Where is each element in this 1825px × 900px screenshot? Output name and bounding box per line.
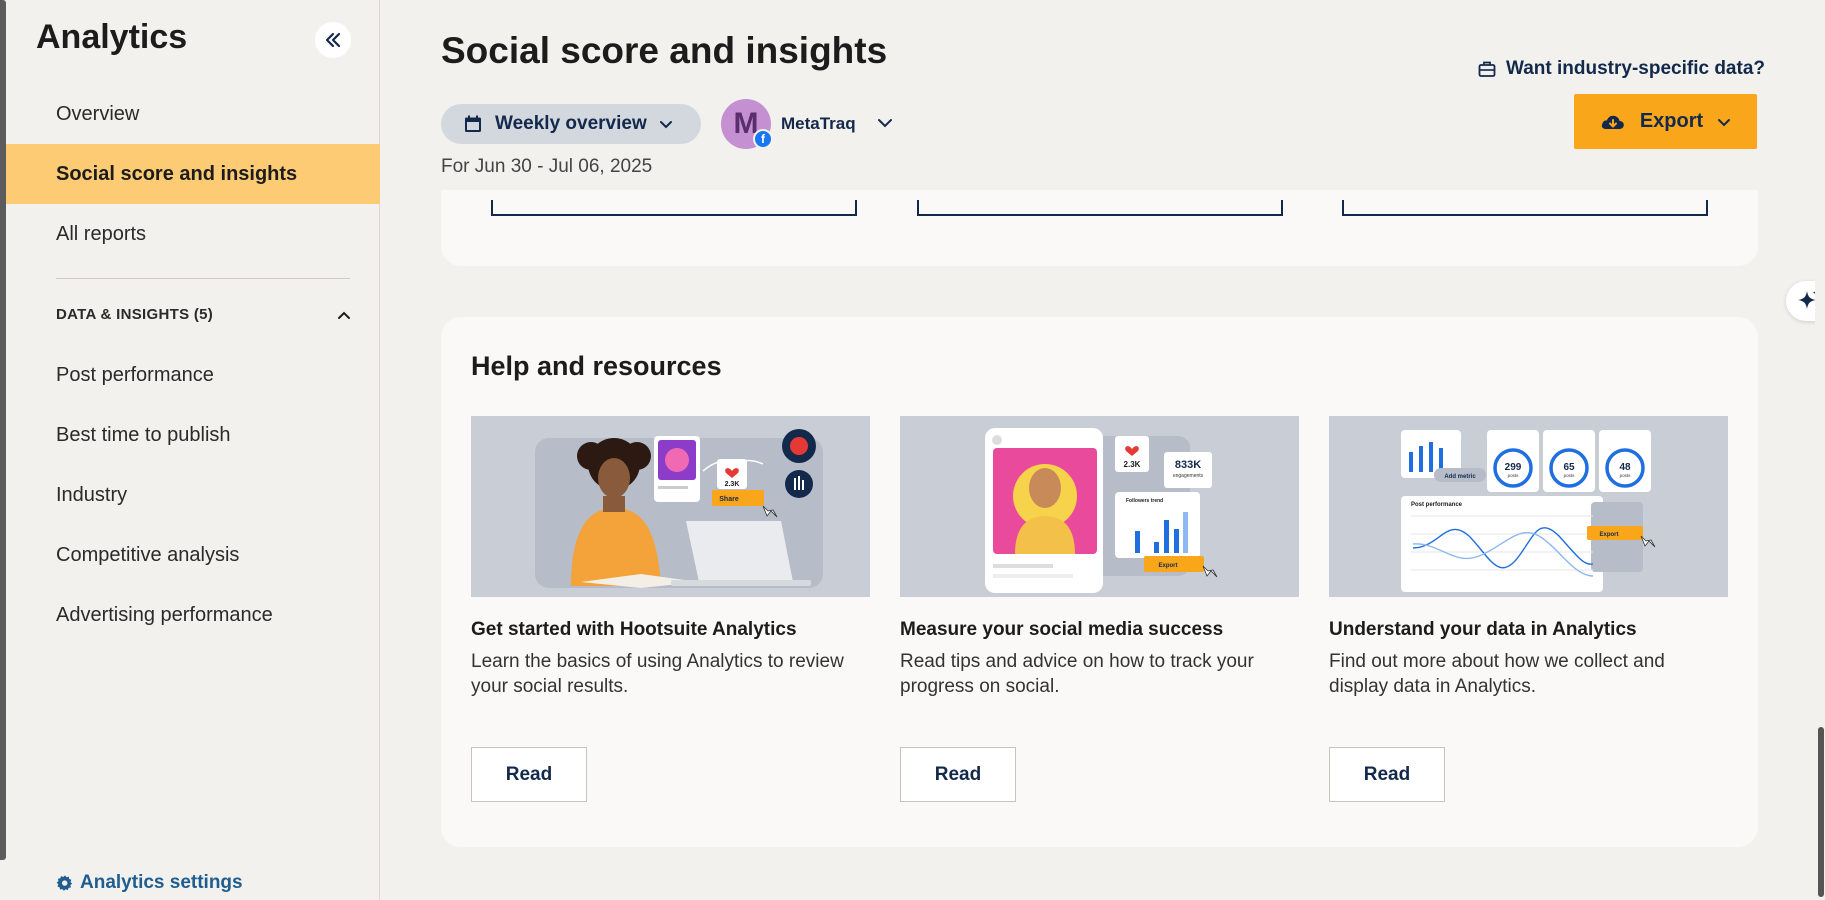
sidebar-item-competitive[interactable]: Competitive analysis (6, 525, 380, 585)
chevron-down-icon (659, 121, 672, 129)
resource-description: Read tips and advice on how to track you… (900, 651, 1254, 697)
double-chevron-left-icon (325, 32, 341, 48)
image-gauge-unit: posts (1564, 473, 1576, 478)
image-engagements-label: engagements (1173, 473, 1204, 479)
image-add-metric-text: Add metric (1444, 474, 1476, 480)
resource-title: Get started with Hootsuite Analytics (471, 619, 797, 640)
sidebar-item-social-score[interactable]: Social score and insights (6, 144, 380, 204)
resource-description: Learn the basics of using Analytics to r… (471, 651, 844, 697)
sidebar-divider (56, 278, 350, 279)
image-gauge-value: 48 (1619, 462, 1631, 473)
period-selector[interactable]: Weekly overview (441, 104, 701, 144)
sidebar-item-all-reports[interactable]: All reports (6, 204, 380, 264)
section-toggle-data-insights[interactable]: DATA & INSIGHTS (5) (56, 306, 352, 323)
score-card-bottom (441, 190, 1758, 266)
image-post-perf-text: Post performance (1411, 502, 1463, 508)
cloud-download-icon (1601, 115, 1624, 129)
account-chevron-down-icon[interactable] (876, 116, 894, 130)
sidebar-item-post-performance[interactable]: Post performance (6, 345, 380, 405)
gear-icon (56, 875, 73, 891)
account-name[interactable]: MetaTraq (781, 114, 856, 134)
help-title: Help and resources (471, 351, 722, 381)
card-bottom-border (917, 200, 1283, 216)
card-bottom-border (491, 200, 857, 216)
image-gauge-value: 65 (1563, 462, 1575, 473)
resource-image-measure-success: 2.3K 833K engagements Followers trend Ex… (900, 416, 1299, 597)
image-likes-text: 2.3K (725, 481, 740, 488)
analytics-settings-link[interactable]: Analytics settings (56, 872, 243, 894)
resource-title: Measure your social media success (900, 619, 1224, 640)
briefcase-icon (1478, 61, 1496, 77)
export-button[interactable]: Export (1574, 94, 1757, 149)
page-title: Social score and insights (441, 30, 888, 71)
read-button[interactable]: Read (900, 747, 1016, 802)
date-range: For Jun 30 - Jul 06, 2025 (441, 156, 653, 177)
resource-description: Find out more about how we collect and d… (1329, 651, 1665, 697)
image-gauge-unit: posts (1508, 473, 1520, 478)
resource-card: 2.3K Share Get started with Hootsuite An… (471, 416, 870, 802)
image-share-text: Share (719, 496, 739, 503)
help-resources-section: Help and resources 2.3K Share Get starte… (441, 317, 1758, 847)
chevron-down-icon (1718, 118, 1731, 126)
facebook-icon: f (753, 129, 773, 149)
sidebar-item-overview[interactable]: Overview (6, 84, 380, 144)
image-export-text: Export (1599, 532, 1618, 538)
calendar-icon (465, 115, 481, 132)
resource-card: 2.3K 833K engagements Followers trend Ex… (900, 416, 1299, 802)
resource-image-getting-started: 2.3K Share (471, 416, 870, 597)
resource-image-understand-data: Add metric 299 65 48 posts posts posts P… (1329, 416, 1728, 597)
scrollbar-thumb[interactable] (1818, 727, 1824, 897)
industry-data-link[interactable]: Want industry-specific data? (1478, 58, 1765, 80)
resource-title: Understand your data in Analytics (1329, 619, 1637, 640)
image-export-text: Export (1158, 563, 1177, 569)
collapse-sidebar-button[interactable] (315, 22, 351, 58)
sidebar-item-advertising[interactable]: Advertising performance (6, 585, 380, 645)
sidebar-title: Analytics (36, 18, 188, 56)
resource-card: Add metric 299 65 48 posts posts posts P… (1329, 416, 1728, 802)
image-gauge-value: 299 (1505, 462, 1522, 473)
chevron-up-icon (338, 311, 350, 319)
image-trend-text: Followers trend (1126, 498, 1163, 504)
sidebar-item-industry[interactable]: Industry (6, 465, 380, 525)
read-button[interactable]: Read (1329, 747, 1445, 802)
image-likes-text: 2.3K (1124, 460, 1141, 469)
read-button[interactable]: Read (471, 747, 587, 802)
card-bottom-border (1342, 200, 1708, 216)
image-gauge-unit: posts (1620, 473, 1632, 478)
image-engagements-text: 833K (1175, 459, 1201, 471)
sidebar-item-best-time[interactable]: Best time to publish (6, 405, 380, 465)
sidebar: Analytics Overview Social score and insi… (6, 0, 380, 900)
